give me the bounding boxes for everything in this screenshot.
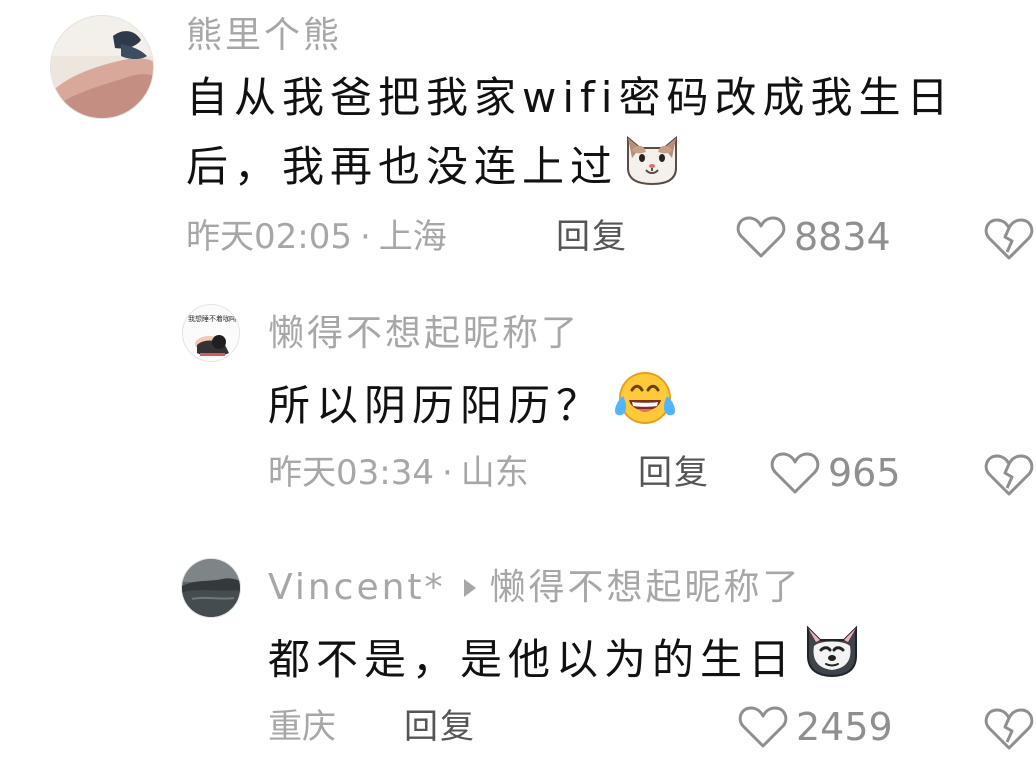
comment-location: 上海 xyxy=(378,217,447,257)
comment-text-content: 所以阴历阳历？ xyxy=(268,381,605,430)
comment-author-line: Vincent* 懒得不想起昵称了 xyxy=(268,570,802,606)
avatar[interactable] xyxy=(181,558,241,618)
comment-time: 昨天03:34 xyxy=(268,453,434,493)
avatar-photo-icon xyxy=(51,16,153,118)
comment-author[interactable]: Vincent* xyxy=(268,570,446,606)
cat-face-icon xyxy=(622,130,682,204)
reply-button[interactable]: 回复 xyxy=(404,710,476,744)
like-count: 2459 xyxy=(796,705,893,749)
comment-text: 都不是，是他以为的生日 xyxy=(268,622,864,698)
reply-to-author[interactable]: 懒得不想起昵称了 xyxy=(490,570,802,606)
comment-meta: 昨天02:05 · 上海 xyxy=(186,220,447,254)
dislike-button[interactable] xyxy=(982,446,1036,500)
doge-face-icon xyxy=(800,622,864,698)
comment-reply-item: 我想睡不着咖啡 懒得不想起昵称了 所以阴历阳历？ 昨天03:34 · 山东 回复… xyxy=(0,280,1036,530)
like-count: 8834 xyxy=(794,215,891,259)
like-button[interactable]: 2459 xyxy=(738,704,893,750)
comment-author[interactable]: 熊里个熊 xyxy=(186,18,342,54)
heart-outline-icon xyxy=(736,216,786,258)
comment-location: 重庆 xyxy=(268,707,336,747)
like-button[interactable]: 965 xyxy=(770,450,901,496)
comment-reply-item: Vincent* 懒得不想起昵称了 都不是，是他以为的生日 重庆 回复 2459 xyxy=(0,530,1036,766)
comment-location: 山东 xyxy=(460,453,529,493)
dislike-button[interactable] xyxy=(982,210,1036,264)
meta-separator: · xyxy=(441,453,453,493)
comment-item: 熊里个熊 自从我爸把我家wifi密码改成我生日 后，我再也没连上过 昨天02:0… xyxy=(0,0,1036,280)
laughing-crying-face-icon xyxy=(608,368,682,444)
avatar-caption: 我想睡不着咖啡 xyxy=(188,314,237,323)
comment-meta: 昨天03:34 · 山东 xyxy=(268,456,529,490)
comment-text-content: 都不是，是他以为的生日 xyxy=(268,635,797,684)
broken-heart-icon xyxy=(984,454,1034,496)
heart-outline-icon xyxy=(738,706,788,748)
avatar-landscape-icon xyxy=(182,559,240,617)
dislike-button[interactable] xyxy=(982,700,1036,754)
broken-heart-icon xyxy=(984,708,1034,750)
comment-time: 昨天02:05 xyxy=(186,217,352,257)
comment-text-line-2-text: 后，我再也没连上过 xyxy=(186,142,619,191)
reply-button[interactable]: 回复 xyxy=(638,456,710,490)
meta-separator: · xyxy=(359,217,371,257)
comment-text-line-2: 后，我再也没连上过 xyxy=(186,130,682,204)
like-count: 965 xyxy=(828,451,901,495)
heart-outline-icon xyxy=(770,452,820,494)
comment-author[interactable]: 懒得不想起昵称了 xyxy=(268,316,580,352)
reply-button[interactable]: 回复 xyxy=(556,220,628,254)
avatar[interactable]: 我想睡不着咖啡 xyxy=(182,304,240,362)
avatar[interactable] xyxy=(50,15,154,119)
like-button[interactable]: 8834 xyxy=(736,214,891,260)
comment-meta: 重庆 xyxy=(268,710,336,744)
comment-text-line-1: 自从我爸把我家wifi密码改成我生日 xyxy=(186,73,955,122)
reply-arrow-icon xyxy=(463,579,476,597)
avatar-sticker-icon: 我想睡不着咖啡 xyxy=(183,305,239,361)
comment-text: 所以阴历阳历？ xyxy=(268,368,682,444)
broken-heart-icon xyxy=(984,218,1034,260)
